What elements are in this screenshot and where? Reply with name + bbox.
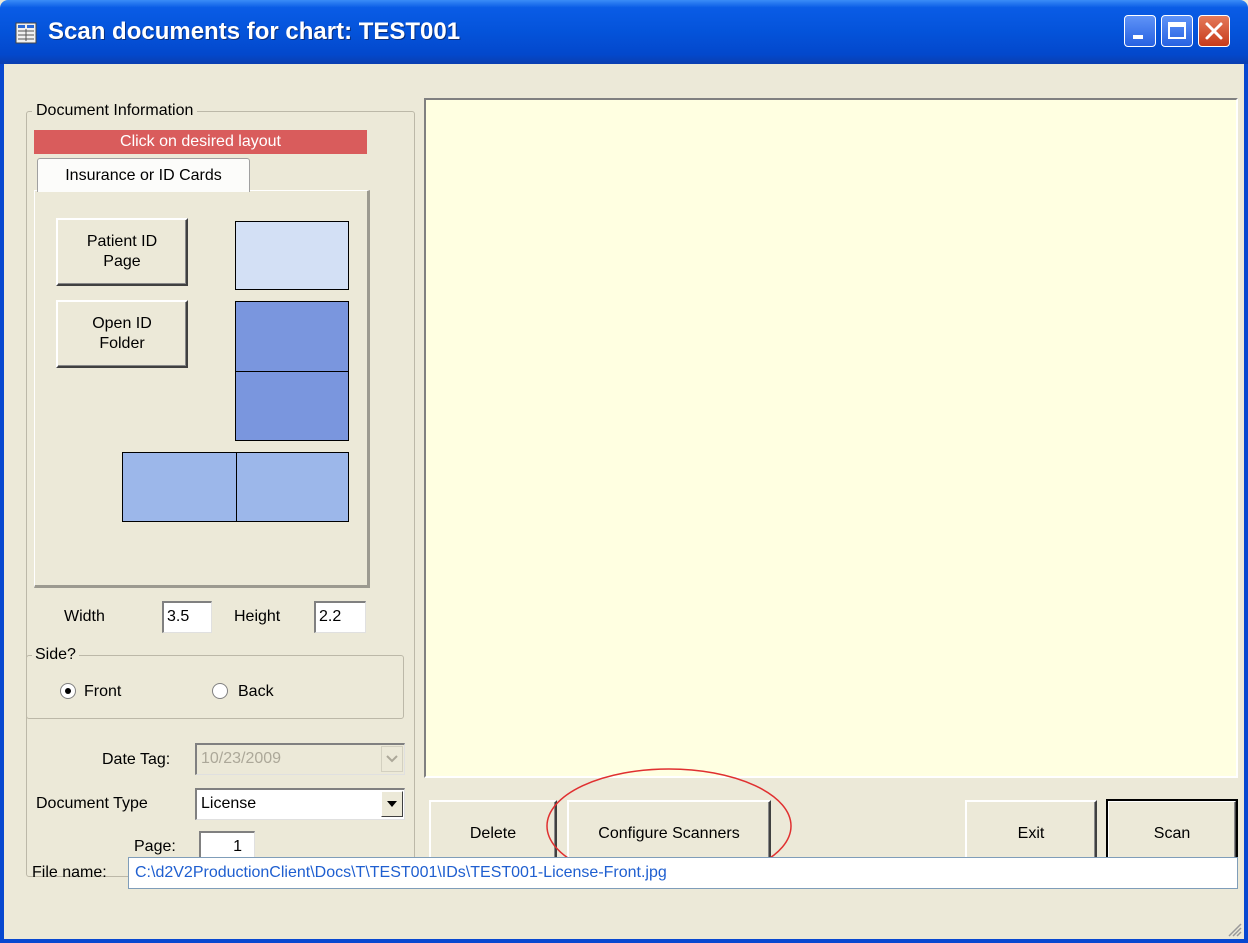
close-button[interactable] — [1198, 15, 1230, 47]
date-tag-value: 10/23/2009 — [201, 750, 282, 767]
minimize-button[interactable] — [1124, 15, 1156, 47]
document-type-value: License — [201, 795, 257, 812]
scan-button-label: Scan — [1153, 825, 1191, 842]
open-id-folder-label: Open ID Folder — [92, 315, 152, 352]
layout-stacked-cards[interactable] — [235, 301, 349, 441]
scan-preview-area[interactable] — [424, 98, 1238, 778]
exit-button-label: Exit — [1017, 825, 1045, 842]
layout-single-card[interactable] — [235, 221, 349, 290]
maximize-button[interactable] — [1161, 15, 1193, 47]
patient-id-page-button[interactable]: Patient ID Page — [56, 218, 188, 286]
title-bar[interactable]: Scan documents for chart: TEST001 — [0, 0, 1248, 64]
patient-id-page-label: Patient ID Page — [86, 233, 158, 270]
radio-selected-dot — [65, 688, 71, 694]
dropdown-arrow-icon[interactable] — [381, 791, 403, 817]
width-label: Width — [64, 608, 105, 625]
layout-divider — [236, 453, 237, 521]
close-icon — [1205, 22, 1223, 40]
maximize-icon — [1168, 22, 1186, 39]
width-field[interactable]: 3.5 — [162, 601, 212, 633]
chevron-down-icon — [381, 746, 403, 772]
page-label: Page: — [134, 838, 176, 855]
minimize-icon — [1133, 35, 1143, 39]
resize-grip-icon[interactable] — [1226, 921, 1242, 937]
file-name-field[interactable]: C:\d2V2ProductionClient\Docs\T\TEST001\I… — [128, 857, 1238, 889]
height-label: Height — [234, 608, 281, 625]
document-type-label: Document Type — [36, 795, 148, 812]
document-type-select[interactable]: License — [195, 788, 405, 820]
scan-documents-window: Scan documents for chart: TEST001 Docume… — [0, 0, 1248, 943]
open-id-folder-button[interactable]: Open ID Folder — [56, 300, 188, 368]
front-radio[interactable] — [60, 683, 76, 699]
layout-divider — [236, 371, 348, 372]
layout-side-by-side-cards[interactable] — [122, 452, 349, 522]
tab-insurance-or-id-cards[interactable]: Insurance or ID Cards — [37, 158, 250, 192]
app-icon — [14, 21, 38, 45]
window-title: Scan documents for chart: TEST001 — [48, 18, 461, 45]
front-label[interactable]: Front — [84, 683, 121, 701]
back-radio[interactable] — [212, 683, 228, 699]
date-tag-picker: 10/23/2009 — [195, 743, 405, 775]
delete-button-label: Delete — [469, 825, 517, 842]
date-tag-label: Date Tag: — [102, 751, 171, 768]
back-label[interactable]: Back — [238, 683, 274, 701]
file-name-label: File name: — [32, 864, 107, 881]
height-field[interactable]: 2.2 — [314, 601, 366, 633]
layout-banner: Click on desired layout — [34, 130, 367, 154]
document-information-label: Document Information — [32, 102, 198, 120]
side-label: Side? — [32, 646, 79, 664]
